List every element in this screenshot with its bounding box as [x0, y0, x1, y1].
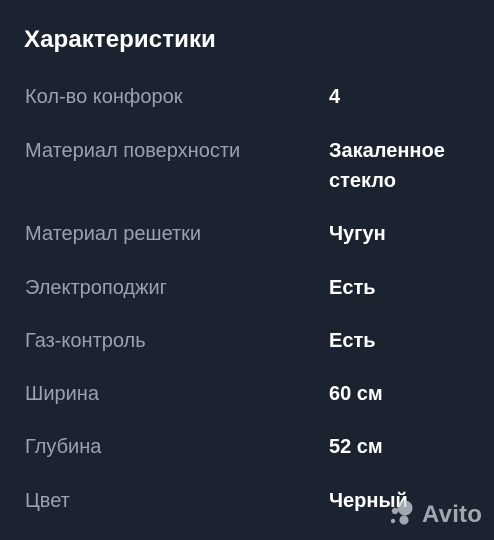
spec-label-color: Цвет: [25, 490, 70, 512]
spec-label-ignition: Электроподжиг: [25, 277, 167, 299]
spec-value-gas-control: Есть: [329, 330, 376, 352]
spec-label-surface-material: Материал поверхности: [25, 140, 241, 162]
avito-logo-icon: [388, 500, 416, 531]
spec-value-surface-material: Закаленное стекло: [329, 140, 445, 192]
spec-value-ignition: Есть: [329, 277, 376, 299]
watermark-text: Avito: [422, 501, 483, 528]
spec-label-grate-material: Материал решетки: [25, 223, 202, 245]
spec-label-depth: Глубина: [25, 436, 102, 458]
spec-label-width: Ширина: [25, 383, 99, 405]
spec-value-burners: 4: [329, 86, 341, 108]
spec-label-gas-control: Газ-контроль: [25, 330, 146, 352]
spec-value-grate-material: Чугун: [329, 223, 386, 245]
spec-list: Кол-во конфорок 4 Материал поверхности З…: [0, 0, 494, 540]
spec-value-depth: 52 см: [329, 436, 383, 458]
spec-label-burners: Кол-во конфорок: [25, 86, 183, 108]
avito-watermark: Avito: [388, 500, 482, 530]
spec-value-width: 60 см: [329, 383, 383, 405]
